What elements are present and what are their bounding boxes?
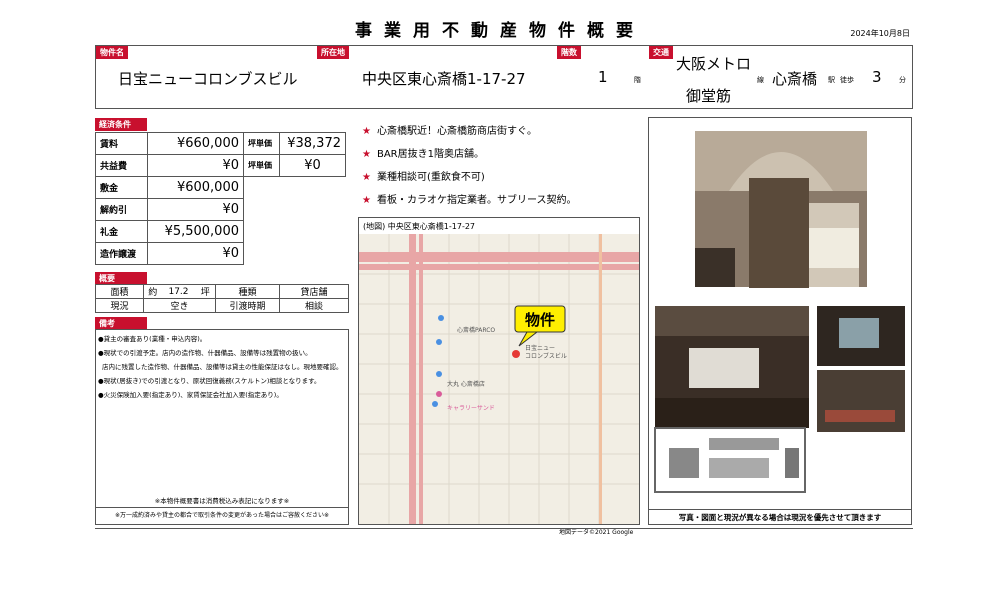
common-fee-label: 共益費 — [95, 154, 148, 177]
star-icon: ★ — [362, 149, 371, 160]
economics-table: 賃料 ¥660,000 坪単価 ¥38,372 共益費 ¥0 坪単価 ¥0 敷金… — [95, 132, 346, 265]
cancellation-value: ¥0 — [147, 198, 244, 221]
line-name-2: 御堂筋 — [686, 87, 732, 105]
map-box: (地図) 中央区東心斎橋1-17-27 心斎橋PARCO 大丸 心斎橋店 キャラ… — [358, 217, 640, 536]
line-name-1: 大阪メトロ — [676, 55, 752, 73]
overview-table: 面積 約 17.2 坪 種類 貸店舗 現況 空き 引渡時期 相談 — [95, 284, 349, 313]
walk-minutes: 3 — [872, 68, 882, 86]
exterior-photo — [695, 131, 867, 288]
status-label: 現況 — [95, 298, 144, 313]
common-fee-value: ¥0 — [147, 154, 244, 177]
line-unit: 線 — [757, 76, 764, 84]
map-image: 心斎橋PARCO 大丸 心斎橋店 キャラリーサンド 日宝ニュー コロンブスビル … — [359, 234, 639, 524]
transfer-value: ¥0 — [147, 242, 244, 265]
handover-value: 相談 — [279, 298, 349, 313]
unit-price-label: 坪単価 — [243, 132, 280, 155]
photo-box: 写真・図面と現況が異なる場合は現況を優先させて頂きます — [648, 117, 912, 525]
handover-label: 引渡時期 — [215, 298, 280, 313]
station-name: 心斎橋 — [772, 70, 818, 88]
deposit-value: ¥600,000 — [147, 176, 244, 199]
minute-unit: 分 — [899, 76, 906, 84]
property-name: 日宝ニューコロンブスビル — [118, 70, 298, 88]
interior-photo-1 — [655, 306, 809, 428]
transit-label: 交通 — [649, 46, 673, 59]
key-money-label: 礼金 — [95, 220, 148, 243]
star-icon: ★ — [362, 126, 371, 137]
walk-label: 徒歩 — [840, 76, 854, 84]
star-icon: ★ — [362, 172, 371, 183]
area-label: 面積 — [95, 284, 144, 299]
star-icon: ★ — [362, 195, 371, 206]
location-label: 所在地 — [317, 46, 349, 59]
change-note: ※万一成約済みや貸主の都合で取引条件の変更があった場合はご容赦ください※ — [114, 512, 330, 519]
poi-label: キャラリーサンド — [447, 405, 495, 412]
property-name-label: 物件名 — [96, 46, 128, 59]
photo-note: 写真・図面と現況が異なる場合は現況を優先させて頂きます — [649, 509, 911, 525]
rent-label: 賃料 — [95, 132, 148, 155]
type-value: 貸店舗 — [279, 284, 349, 299]
feature-item: ★ 心斎橋駅近！心斎橋筋商店街すぐ。 — [362, 126, 537, 137]
feature-item: ★ 業種相談可(重飲食不可) — [362, 172, 485, 183]
floor-plan — [654, 427, 806, 493]
bottom-rule — [95, 528, 913, 529]
transfer-label: 造作譲渡 — [95, 242, 148, 265]
map-pin-label: 物件 — [525, 311, 555, 329]
area-value: 17.2 — [161, 284, 196, 299]
location-value: 中央区東心斎橋1-17-27 — [362, 70, 526, 88]
floor-label: 階数 — [557, 46, 581, 59]
cancellation-label: 解約引 — [95, 198, 148, 221]
change-note-box: ※万一成約済みや貸主の都合で取引条件の変更があった場合はご容赦ください※ — [95, 508, 349, 525]
floor-value: 1 — [598, 68, 608, 86]
feature-list: ★ 心斎橋駅近！心斎橋筋商店街すぐ。 ★ BAR居抜き1階奥店舗。 ★ 業種相談可(重… — [362, 120, 576, 212]
interior-photo-2 — [817, 306, 905, 366]
economics-label: 経済条件 — [95, 118, 147, 131]
map-pin-icon — [512, 350, 520, 358]
area-unit: 坪 — [195, 284, 216, 299]
floor-unit: 階 — [634, 76, 641, 84]
feature-item: ★ BAR居抜き1階奥店舗。 — [362, 149, 484, 160]
remarks-box: ●貸主の審査あり(業種・申込内容)。 ●現状での引渡予定。店内の造作物、什器備品… — [95, 329, 349, 508]
station-unit: 駅 — [828, 76, 835, 84]
area-prefix: 約 — [143, 284, 162, 299]
rent-value: ¥660,000 — [147, 132, 244, 155]
remark-line: ●火災保険加入要(指定あり)、家賃保証会社加入要(指定あり)。 — [98, 391, 283, 399]
common-unit-price-value: ¥0 — [279, 154, 346, 177]
building-label-2: コロンブスビル — [525, 352, 567, 360]
map-caption: (地図) 中央区東心斎橋1-17-27 — [363, 222, 476, 231]
unit-price-value: ¥38,372 — [279, 132, 346, 155]
feature-item: ★ 看板・カラオケ指定業者。サブリース契約。 — [362, 195, 577, 206]
remark-line: ●貸主の審査あり(業種・申込内容)。 — [98, 335, 207, 343]
remark-line: 店内に残置した造作物、什器備品、設備等は貸主の性能保証はなし。現地要確認。 — [102, 363, 343, 371]
remark-line: ●現状(居抜き)での引渡となり、原状回復義務(スケルトン)相談となります。 — [98, 377, 321, 385]
poi-label: 心斎橋PARCO — [457, 326, 495, 334]
building-label-1: 日宝ニュー — [525, 344, 555, 352]
key-money-value: ¥5,500,000 — [147, 220, 244, 243]
interior-photo-3 — [817, 370, 905, 432]
deposit-label: 敷金 — [95, 176, 148, 199]
type-label: 種類 — [215, 284, 280, 299]
poi-label: 大丸 心斎橋店 — [447, 380, 485, 388]
tax-note: ※本物件概要書は消費税込み表記になります※ — [154, 497, 290, 505]
status-value: 空き — [143, 298, 216, 313]
remark-line: ●現状での引渡予定。店内の造作物、什器備品、設備等は残置物の扱い。 — [98, 349, 312, 357]
common-unit-price-label: 坪単価 — [243, 154, 280, 177]
document-date: 2024年10月8日 — [850, 29, 910, 38]
